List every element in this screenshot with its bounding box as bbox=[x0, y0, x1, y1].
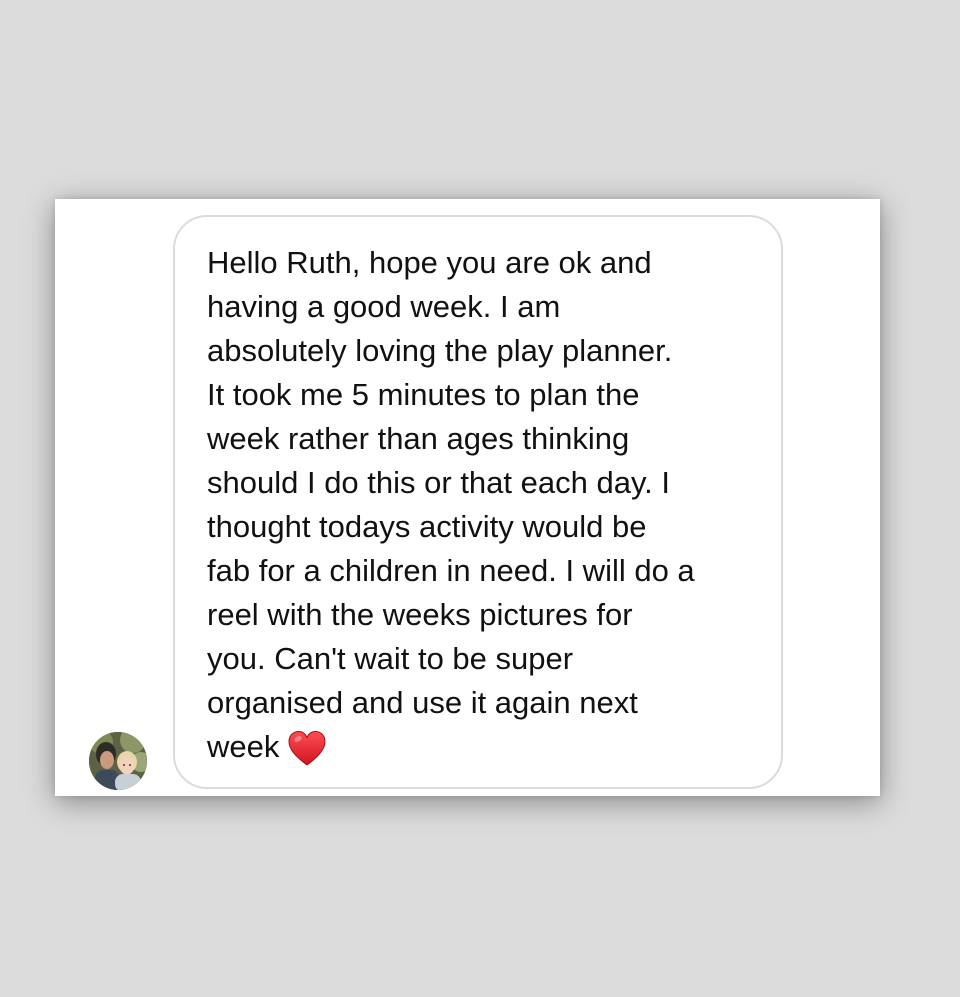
message-line: reel with the weeks pictures for bbox=[207, 597, 633, 632]
message-line: organised and use it again next bbox=[207, 685, 638, 720]
red-heart-icon bbox=[287, 729, 327, 769]
message-last-line: week bbox=[207, 725, 751, 769]
message-line: It took me 5 minutes to plan the bbox=[207, 377, 640, 412]
message-line: having a good week. I am bbox=[207, 289, 561, 324]
message-line: should I do this or that each day. I bbox=[207, 465, 670, 500]
message-line: thought todays activity would be bbox=[207, 509, 647, 544]
message-bubble[interactable]: Hello Ruth, hope you are ok and having a… bbox=[173, 215, 783, 789]
sender-avatar[interactable] bbox=[89, 732, 147, 790]
message-card: Hello Ruth, hope you are ok and having a… bbox=[55, 199, 880, 796]
message-line: week rather than ages thinking bbox=[207, 421, 630, 456]
message-line-text: week bbox=[207, 729, 280, 764]
message-line: fab for a children in need. I will do a bbox=[207, 553, 695, 588]
message-line: you. Can't wait to be super bbox=[207, 641, 574, 676]
message-line: Hello Ruth, hope you are ok and bbox=[207, 245, 652, 280]
avatar-photo-icon bbox=[89, 732, 147, 790]
message-line: absolutely loving the play planner. bbox=[207, 333, 673, 368]
